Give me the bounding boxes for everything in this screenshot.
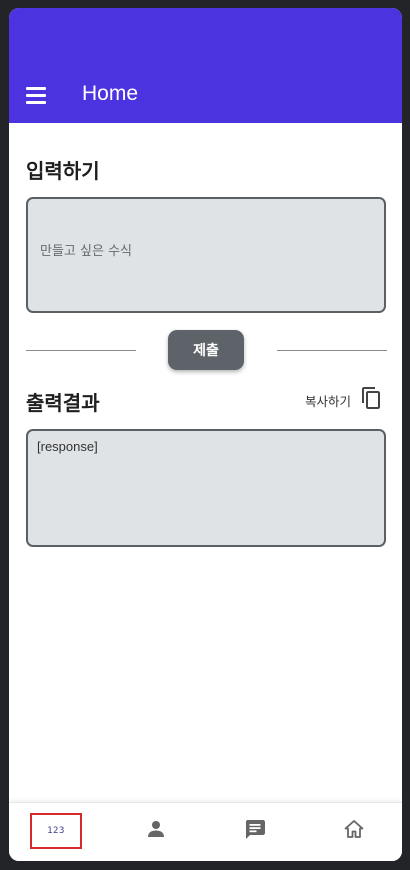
person-icon (146, 819, 166, 843)
nav-item-home[interactable] (328, 813, 380, 849)
app-bar: Home (9, 8, 402, 123)
app-screen: Home 입력하기 제출 출력결과 복사하기 [response] 123 (9, 8, 402, 861)
output-section-title: 출력결과 (26, 391, 100, 415)
home-icon (343, 818, 365, 844)
response-output-box: [response] (26, 429, 386, 547)
page-title: Home (82, 82, 139, 105)
nav-item-messages[interactable] (229, 813, 281, 849)
hamburger-menu-icon[interactable] (26, 87, 48, 105)
input-section-title: 입력하기 (26, 159, 100, 183)
submit-button[interactable]: 제출 (168, 330, 244, 370)
divider-left (26, 350, 136, 351)
formula-input[interactable] (38, 243, 372, 260)
response-text: [response] (37, 439, 98, 454)
copy-label: 복사하기 (305, 393, 352, 409)
message-icon (244, 818, 266, 844)
formula-input-box[interactable] (26, 197, 386, 313)
nav-item-profile[interactable] (130, 813, 182, 849)
copy-button[interactable]: 복사하기 (305, 387, 382, 413)
numbers-123-icon: 123 (47, 826, 65, 836)
divider-right (277, 350, 387, 351)
nav-item-numbers[interactable]: 123 (30, 813, 82, 849)
bottom-navigation: 123 (9, 802, 402, 861)
copy-icon[interactable] (360, 386, 382, 414)
